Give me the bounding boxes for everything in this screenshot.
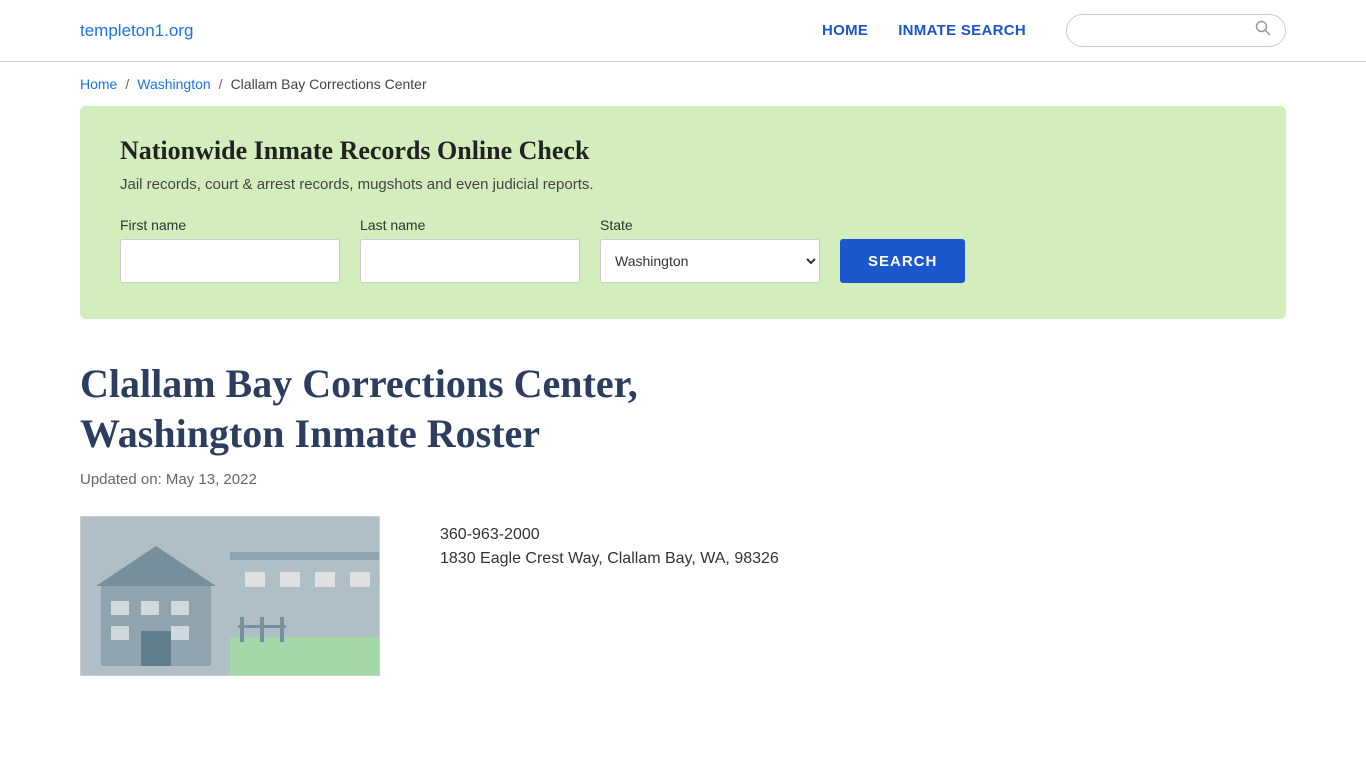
search-form: First name Last name State Washington Al… — [120, 217, 1246, 283]
facility-phone: 360-963-2000 — [440, 526, 779, 544]
breadcrumb-separator-1: / — [125, 76, 129, 92]
updated-date: Updated on: May 13, 2022 — [80, 471, 1286, 488]
facility-details: 360-963-2000 1830 Eagle Crest Way, Clall… — [440, 516, 779, 568]
main-nav: HOME INMATE SEARCH — [822, 22, 1026, 39]
nav-inmate-search[interactable]: INMATE SEARCH — [898, 22, 1026, 39]
breadcrumb: Home / Washington / Clallam Bay Correcti… — [0, 62, 1366, 106]
search-icon — [1255, 20, 1271, 41]
facility-info: 360-963-2000 1830 Eagle Crest Way, Clall… — [80, 516, 1286, 676]
breadcrumb-current: Clallam Bay Corrections Center — [231, 76, 427, 92]
last-name-label: Last name — [360, 217, 580, 233]
breadcrumb-state[interactable]: Washington — [137, 76, 210, 92]
facility-address: 1830 Eagle Crest Way, Clallam Bay, WA, 9… — [440, 550, 779, 568]
page-title: Clallam Bay Corrections Center, Washingt… — [80, 359, 780, 459]
state-label: State — [600, 217, 820, 233]
site-header: templeton1.org HOME INMATE SEARCH — [0, 0, 1366, 62]
breadcrumb-separator-2: / — [219, 76, 223, 92]
main-content: Clallam Bay Corrections Center, Washingt… — [0, 349, 1366, 716]
logo[interactable]: templeton1.org — [80, 21, 193, 41]
search-panel-subtitle: Jail records, court & arrest records, mu… — [120, 176, 1246, 193]
search-button[interactable]: SEARCH — [840, 239, 965, 283]
breadcrumb-home[interactable]: Home — [80, 76, 117, 92]
nav-home[interactable]: HOME — [822, 22, 868, 39]
state-group: State Washington Alabama Alaska Arizona … — [600, 217, 820, 283]
facility-image-left — [81, 517, 230, 675]
last-name-input[interactable] — [360, 239, 580, 283]
logo-link[interactable]: templeton1.org — [80, 21, 193, 40]
facility-exterior-svg — [230, 517, 380, 676]
search-panel-title: Nationwide Inmate Records Online Check — [120, 136, 1246, 166]
search-panel: Nationwide Inmate Records Online Check J… — [80, 106, 1286, 319]
state-select[interactable]: Washington Alabama Alaska Arizona Califo… — [600, 239, 820, 283]
header-search-input[interactable] — [1081, 23, 1249, 39]
first-name-group: First name — [120, 217, 340, 283]
last-name-group: Last name — [360, 217, 580, 283]
header-search-box[interactable] — [1066, 14, 1286, 47]
facility-image — [80, 516, 380, 676]
building-svg — [91, 516, 221, 676]
first-name-label: First name — [120, 217, 340, 233]
facility-image-right — [230, 517, 379, 675]
first-name-input[interactable] — [120, 239, 340, 283]
